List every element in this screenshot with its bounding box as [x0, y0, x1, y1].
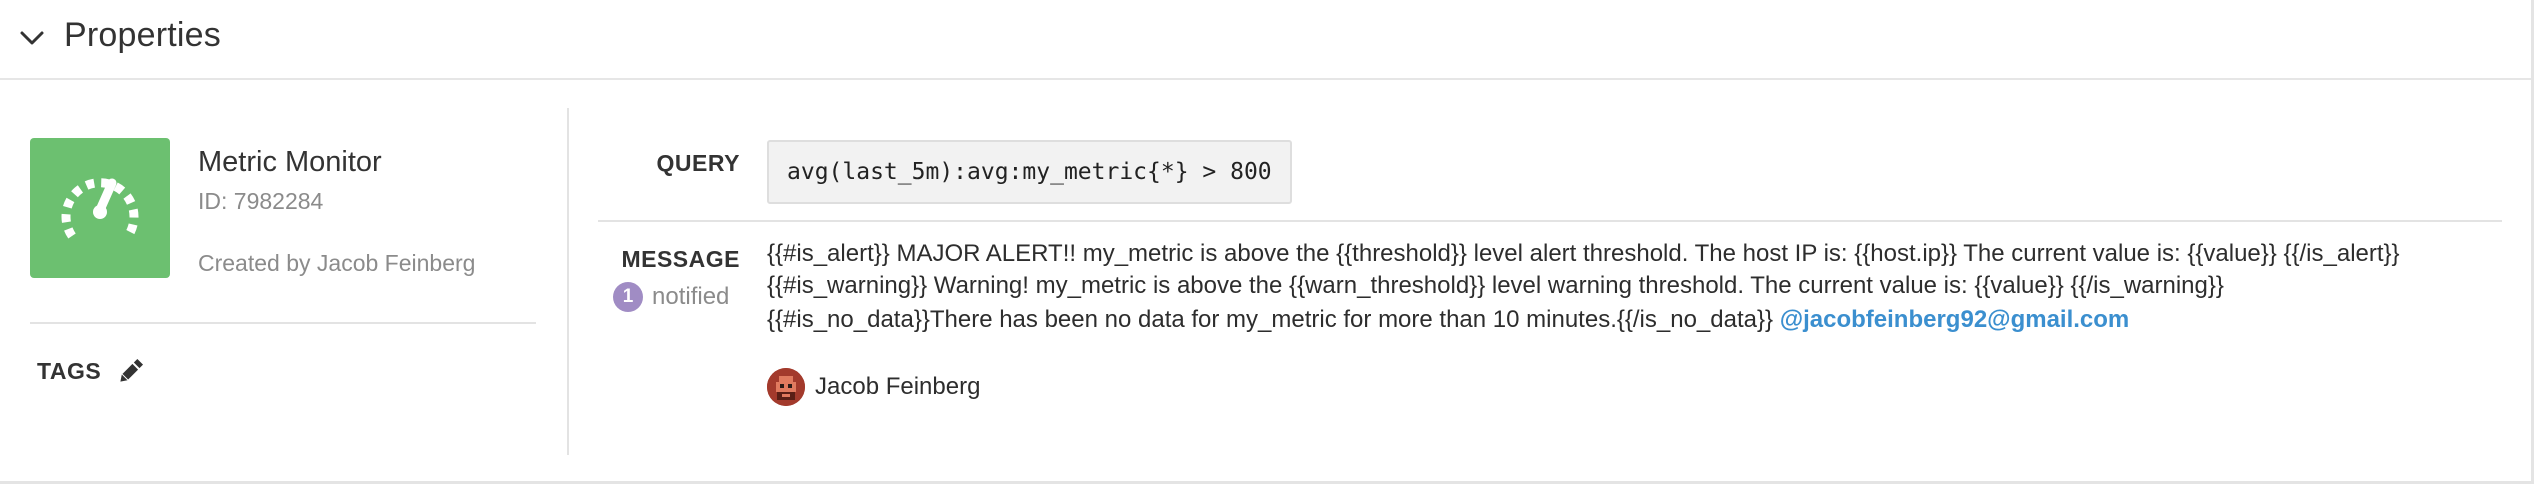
properties-title: Properties: [64, 16, 221, 54]
tags-label: TAGS: [37, 358, 102, 384]
properties-header[interactable]: Properties: [0, 0, 2531, 80]
divider: [598, 220, 2502, 222]
message-line-alert: {{#is_alert}} MAJOR ALERT!! my_metric is…: [767, 240, 2400, 267]
speedometer-icon: [61, 178, 139, 239]
notified-user-name: Jacob Feinberg: [815, 373, 981, 400]
pencil-icon[interactable]: [116, 356, 146, 386]
monitor-creator: Created by Jacob Feinberg: [198, 250, 476, 276]
query-label: QUERY: [656, 150, 740, 176]
avatar: [767, 368, 805, 406]
monitor-name: Metric Monitor: [198, 146, 382, 178]
message-line-warning: {{#is_warning}} Warning! my_metric is ab…: [767, 272, 2224, 299]
message-label: MESSAGE: [621, 246, 740, 272]
query-value: avg(last_5m):avg:my_metric{*} > 800: [767, 140, 1292, 204]
divider: [30, 322, 536, 324]
notified-indicator: 1 notified: [613, 281, 729, 313]
notified-user[interactable]: Jacob Feinberg: [767, 368, 980, 406]
chevron-down-icon[interactable]: [18, 24, 46, 52]
column-divider: [567, 108, 569, 455]
monitor-id: ID: 7982284: [198, 188, 324, 214]
monitor-type-icon: [30, 138, 170, 278]
mention-link[interactable]: @jacobfeinberg92@gmail.com: [1780, 306, 2130, 333]
notified-count-badge: 1: [613, 282, 643, 312]
message-line-no-data: {{#is_no_data}}There has been no data fo…: [767, 306, 2129, 334]
notified-label: notified: [652, 283, 730, 310]
message-no-data-text: {{#is_no_data}}There has been no data fo…: [767, 306, 1774, 333]
properties-panel: Properties Metric Monitor ID: 7982284 Cr…: [0, 0, 2534, 484]
avatar-pixel-icon: [767, 368, 805, 406]
